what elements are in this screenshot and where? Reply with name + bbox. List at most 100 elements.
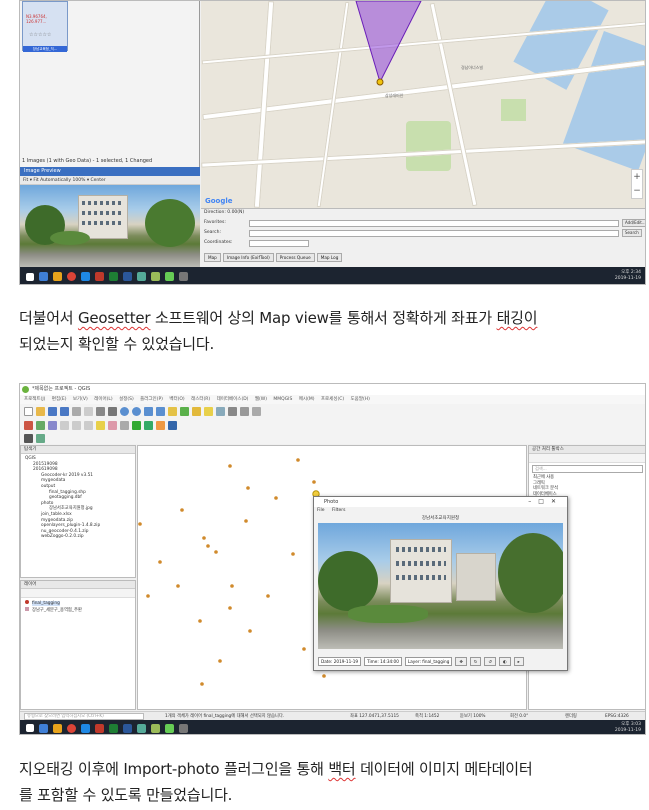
locator-search-input[interactable]: 유형으로 찾으려면 입력하십시오 (Ctrl+K) (24, 713, 144, 720)
zoom-full-icon[interactable] (144, 406, 153, 416)
zoom-layer-icon[interactable] (156, 406, 165, 416)
ie-icon[interactable] (81, 723, 90, 733)
point-feature[interactable] (198, 619, 202, 623)
tab-map[interactable]: Map (204, 253, 221, 262)
coordinates-field[interactable] (249, 240, 309, 247)
excel-icon[interactable] (109, 272, 118, 281)
taskview-icon[interactable] (39, 272, 48, 281)
point-feature[interactable] (244, 519, 248, 523)
select-icon[interactable] (204, 406, 213, 416)
excel-icon[interactable] (109, 723, 118, 733)
point-feature[interactable] (274, 496, 278, 500)
chrome-icon[interactable] (67, 272, 76, 281)
app-icon[interactable] (137, 272, 146, 281)
point-feature[interactable] (246, 486, 250, 490)
print-icon[interactable] (72, 406, 81, 416)
favorites-dropdown[interactable] (249, 220, 619, 227)
photo-import-icon[interactable] (36, 433, 45, 443)
layer-final-tagging[interactable]: final_tagging (25, 600, 135, 607)
paste-icon[interactable] (84, 420, 93, 430)
tab-map-log[interactable]: Map Log (316, 253, 343, 262)
ie-icon[interactable] (81, 272, 90, 281)
layer-district[interactable]: 장남구_세분구_용역협_주판 (25, 606, 135, 614)
word-icon[interactable] (123, 723, 132, 733)
copy-icon[interactable] (72, 420, 81, 430)
table-icon[interactable] (216, 406, 225, 416)
windows-start-icon[interactable] (26, 724, 34, 732)
plugin-icon[interactable] (132, 420, 141, 430)
layer-panel-icon[interactable] (24, 433, 33, 443)
qgis-icon[interactable] (151, 272, 160, 281)
next-button[interactable]: ▸ (513, 657, 524, 666)
identify-icon[interactable] (192, 406, 201, 416)
windows-start-icon[interactable] (26, 272, 34, 281)
browser-item[interactable]: webZoggo-0.2.0.zip (25, 534, 135, 540)
qgis-icon[interactable] (165, 272, 174, 281)
taskview-icon[interactable] (39, 723, 48, 733)
word-icon[interactable] (123, 272, 132, 281)
point-feature[interactable] (180, 508, 184, 512)
annotation-icon[interactable] (252, 406, 261, 416)
point-feature[interactable] (158, 560, 162, 564)
save-as-icon[interactable] (60, 406, 69, 416)
point-feature[interactable] (206, 544, 210, 548)
pan-selection-icon[interactable] (108, 406, 117, 416)
point-feature[interactable] (322, 674, 326, 678)
point-feature[interactable] (312, 480, 316, 484)
point-feature[interactable] (214, 550, 218, 554)
label-icon[interactable] (96, 420, 105, 430)
vertex-icon[interactable] (48, 420, 57, 430)
sigma-icon[interactable] (228, 406, 237, 416)
app-icon[interactable] (137, 723, 146, 733)
plugin-icon[interactable] (156, 420, 165, 430)
pan-icon[interactable] (96, 406, 105, 416)
search-input[interactable] (249, 230, 619, 237)
tab-image-info[interactable]: Image Info (ExifTool) (222, 253, 274, 262)
geosetter-icon[interactable] (179, 723, 188, 733)
point-feature[interactable] (138, 522, 142, 526)
map-view[interactable]: 삼성래미안 경남아너스빌 Google + − (201, 1, 645, 208)
point-feature[interactable] (230, 584, 234, 588)
rotate-left-button[interactable]: ↺ (484, 657, 496, 666)
point-feature[interactable] (200, 682, 204, 686)
layers-toolbar[interactable] (21, 589, 135, 598)
rating-stars[interactable]: ☆☆☆☆☆ (29, 32, 51, 38)
menu-file[interactable]: File (317, 508, 325, 513)
digitize-icon[interactable] (36, 420, 45, 430)
geosetter-icon[interactable] (179, 272, 188, 281)
point-feature[interactable] (146, 594, 150, 598)
pan-button[interactable]: ✥ (455, 657, 467, 666)
preview-toolbar[interactable]: Fit ▾ Fit Automatically 100% ▾ Center (20, 176, 200, 185)
menu-bar[interactable]: 프로젝트(J) 편집(E) 보기(V) 레이어(L) 설정(S) 플러그인(P)… (20, 395, 645, 404)
refresh-icon[interactable] (180, 406, 189, 416)
point-feature[interactable] (291, 552, 295, 556)
image-thumbnail[interactable]: N3.96764, 126.977... ☆☆☆☆☆ 장남교육청_직... (22, 1, 68, 52)
point-feature[interactable] (176, 584, 180, 588)
point-feature[interactable] (266, 594, 270, 598)
rotate-right-button[interactable]: ↻ (469, 657, 482, 666)
search-button[interactable]: Search (622, 229, 642, 237)
folder-icon[interactable] (53, 272, 62, 281)
chrome-icon[interactable] (67, 723, 76, 733)
python-icon[interactable] (168, 420, 177, 430)
edit-icon[interactable] (24, 420, 33, 430)
tab-process-queue[interactable]: Process Queue (275, 253, 315, 262)
menu-filters[interactable]: Filters (332, 508, 346, 513)
pdf-icon[interactable] (95, 723, 104, 733)
window-controls[interactable]: –□✕ (528, 497, 563, 507)
processing-toolbar[interactable] (529, 454, 645, 463)
qgis-icon[interactable] (165, 723, 174, 733)
add-edit-button[interactable]: Add/Edit... (622, 219, 645, 227)
zoom-out-icon[interactable] (132, 406, 141, 416)
folder-icon[interactable] (53, 723, 62, 733)
point-feature[interactable] (218, 659, 222, 663)
open-icon[interactable] (36, 406, 45, 416)
layout-icon[interactable] (84, 406, 93, 416)
plugin-icon[interactable] (144, 420, 153, 430)
point-feature[interactable] (248, 629, 252, 633)
pdf-icon[interactable] (95, 272, 104, 281)
processing-search-input[interactable]: 검색... (532, 465, 643, 473)
cut-icon[interactable] (60, 420, 69, 430)
measure-icon[interactable] (240, 406, 249, 416)
new-project-icon[interactable] (24, 406, 33, 416)
